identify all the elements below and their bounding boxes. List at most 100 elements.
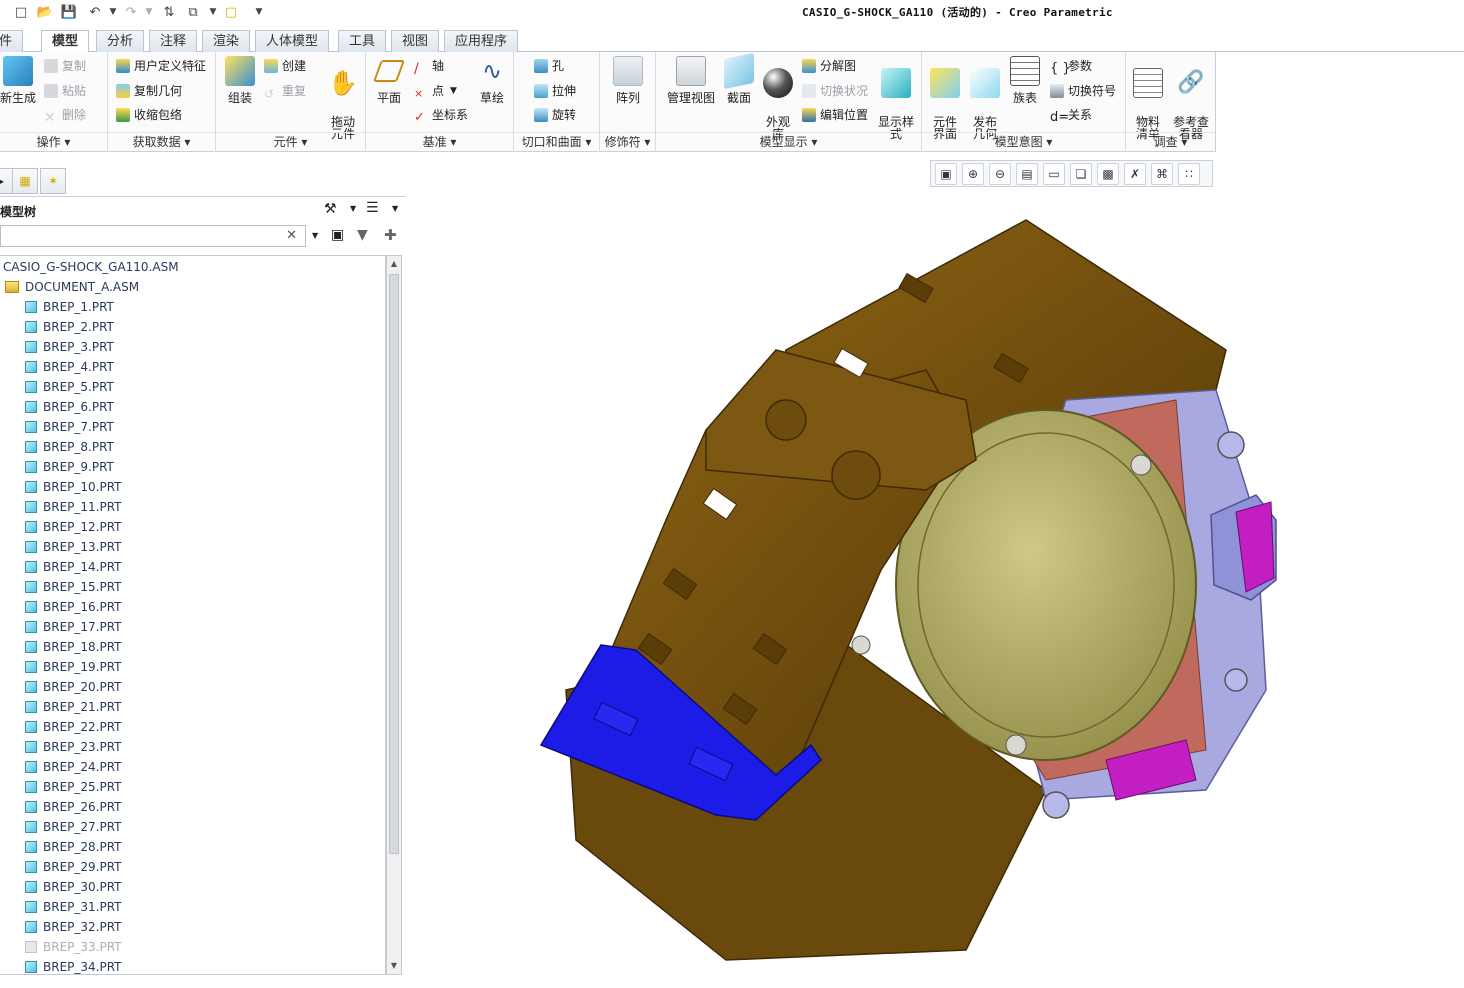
tree-part-item[interactable]: BREP_12.PRT (25, 517, 122, 537)
tree-part-item[interactable]: BREP_24.PRT (25, 757, 122, 777)
tree-part-item[interactable]: BREP_20.PRT (25, 677, 122, 697)
tree-show-icon[interactable]: ☰ (366, 200, 379, 216)
group-label-modifiers[interactable]: 修饰符 ▾ (600, 132, 655, 150)
scroll-thumb[interactable] (389, 274, 399, 854)
zoom-in-icon[interactable]: ⊕ (962, 162, 984, 185)
scroll-up-icon[interactable]: ▲ (387, 256, 401, 272)
navigator-tab-favorites[interactable]: ✶ (40, 168, 66, 194)
tree-part-item[interactable]: BREP_25.PRT (25, 777, 122, 797)
tree-part-item[interactable]: BREP_21.PRT (25, 697, 122, 717)
group-label-components[interactable]: 元件 ▾ (216, 132, 365, 150)
tree-part-item[interactable]: BREP_22.PRT (25, 717, 122, 737)
repaint-icon[interactable]: ▤ (1016, 162, 1038, 185)
windows-icon[interactable]: ⧉ (184, 3, 202, 21)
toggle-status-button[interactable]: 切换状况 (802, 81, 868, 101)
copy-button[interactable]: 复制 (44, 56, 86, 76)
tree-part-item[interactable]: BREP_16.PRT (25, 597, 122, 617)
tree-part-item[interactable]: BREP_19.PRT (25, 657, 122, 677)
display-style-button[interactable]: 显示样 式 (876, 56, 916, 140)
tab-tools[interactable]: 工具 (338, 30, 387, 52)
tree-part-item[interactable]: BREP_34.PRT (25, 957, 122, 974)
csys-button[interactable]: ✓ 坐标系 (414, 105, 468, 125)
tab-analysis[interactable]: 分析 (96, 30, 145, 52)
create-button[interactable]: 创建 (264, 56, 306, 76)
point-dropdown-icon[interactable]: ▼ (450, 81, 457, 101)
point-button[interactable]: × 点 ▼ (414, 81, 457, 101)
tree-part-item[interactable]: BREP_6.PRT (25, 397, 114, 417)
tree-settings-dropdown-icon[interactable]: ▼ (350, 204, 356, 213)
manage-views-button[interactable]: 管理视图 (662, 56, 720, 104)
filter-icon[interactable]: ▼ (357, 227, 368, 243)
family-table-button[interactable]: 族表 (1006, 56, 1044, 104)
revolve-button[interactable]: 旋转 (534, 105, 576, 125)
refit-icon[interactable]: ▣ (935, 162, 957, 185)
tree-part-item[interactable]: BREP_1.PRT (25, 297, 114, 317)
group-label-operations[interactable]: 操作 ▾ (0, 132, 107, 150)
tree-part-item[interactable]: BREP_4.PRT (25, 357, 114, 377)
tree-root-item[interactable]: CASIO_G-SHOCK_GA110.ASM (3, 257, 179, 277)
bill-of-materials-button[interactable]: 物料 清单 (1128, 56, 1168, 140)
tab-manikin[interactable]: 人体模型 (255, 30, 330, 52)
component-interface-button[interactable]: 元件 界面 (926, 56, 964, 140)
save-icon[interactable]: 💾 (60, 3, 78, 21)
view-manager-icon[interactable]: ▩ (1097, 162, 1119, 185)
navigator-tab-folder-browser[interactable]: ▦ (12, 168, 38, 194)
find-icon[interactable]: ▣ (331, 227, 344, 243)
tab-model[interactable]: 模型 (41, 30, 90, 53)
extrude-button[interactable]: 拉伸 (534, 81, 576, 101)
redo-dropdown-icon[interactable]: ▼ (140, 3, 158, 21)
shrinkwrap-button[interactable]: 收缩包络 (116, 105, 182, 125)
tree-part-item[interactable]: BREP_23.PRT (25, 737, 122, 757)
new-icon[interactable]: □ (12, 3, 30, 21)
tree-part-item[interactable]: BREP_17.PRT (25, 617, 122, 637)
tab-file[interactable]: 件 (0, 30, 24, 52)
group-label-get-data[interactable]: 获取数据 ▾ (108, 132, 215, 150)
copy-geometry-button[interactable]: 复制几何 (116, 81, 182, 101)
drag-components-button[interactable]: ✋ 拖动 元件 (324, 56, 362, 140)
tree-part-item[interactable]: BREP_8.PRT (25, 437, 114, 457)
annotation-display-icon[interactable]: ∷ (1178, 162, 1200, 185)
group-label-model-intent[interactable]: 模型意图 ▾ (922, 132, 1125, 150)
delete-button[interactable]: ✕ 删除 (44, 105, 86, 126)
tab-view[interactable]: 视图 (391, 30, 440, 52)
tab-applications[interactable]: 应用程序 (444, 30, 519, 52)
datum-display-icon[interactable]: ✗ (1124, 162, 1146, 185)
udf-button[interactable]: 用户定义特征 (116, 56, 206, 76)
tree-part-item[interactable]: BREP_29.PRT (25, 857, 122, 877)
clear-search-icon[interactable]: ✕ (286, 228, 297, 243)
group-label-datum[interactable]: 基准 ▾ (366, 132, 513, 150)
regenerate-icon[interactable]: ⇅ (160, 3, 178, 21)
tab-render[interactable]: 渲染 (202, 30, 251, 52)
folder-icon[interactable]: ▢ (222, 3, 240, 21)
tab-annotate[interactable]: 注释 (149, 30, 198, 52)
group-label-cut-surface[interactable]: 切口和曲面 ▾ (514, 132, 599, 150)
group-label-model-display[interactable]: 模型显示 ▾ (656, 132, 921, 150)
scroll-down-icon[interactable]: ▼ (387, 958, 401, 974)
undo-dropdown-icon[interactable]: ▼ (104, 3, 122, 21)
publish-geometry-button[interactable]: 发布 几何 (966, 56, 1004, 140)
model-tree-search-input[interactable]: ✕ (0, 225, 306, 247)
customize-icon[interactable]: ▼ (250, 3, 268, 21)
tree-part-item[interactable]: BREP_28.PRT (25, 837, 122, 857)
repeat-button[interactable]: ↺ 重复 (264, 81, 306, 101)
tree-part-item[interactable]: BREP_31.PRT (25, 897, 122, 917)
tree-part-item[interactable]: BREP_32.PRT (25, 917, 122, 937)
saved-views-icon[interactable]: ❏ (1070, 162, 1092, 185)
tree-settings-icon[interactable]: ⚒ (324, 201, 337, 217)
pattern-button[interactable]: 阵列 (608, 56, 648, 104)
section-button[interactable]: 截面 (722, 52, 756, 104)
sketch-button[interactable]: ∿ 草绘 (474, 56, 510, 104)
group-label-investigate[interactable]: 调查 ▾ (1126, 132, 1215, 150)
relations-button[interactable]: d= 关系 (1050, 105, 1092, 125)
tree-assembly-item[interactable]: DOCUMENT_A.ASM (5, 277, 139, 297)
watch-model-render[interactable] (406, 190, 1464, 985)
tree-part-item[interactable]: BREP_26.PRT (25, 797, 122, 817)
undo-icon[interactable]: ↶ (86, 3, 104, 21)
tree-part-item[interactable]: BREP_18.PRT (25, 637, 122, 657)
tree-part-item[interactable]: BREP_11.PRT (25, 497, 122, 517)
tree-part-item[interactable]: BREP_3.PRT (25, 337, 114, 357)
tree-part-item[interactable]: BREP_27.PRT (25, 817, 122, 837)
appearance-gallery-button[interactable]: 外观 库 (760, 56, 796, 140)
add-icon[interactable]: ✚ (384, 226, 397, 244)
open-icon[interactable]: 📂 (36, 3, 54, 21)
